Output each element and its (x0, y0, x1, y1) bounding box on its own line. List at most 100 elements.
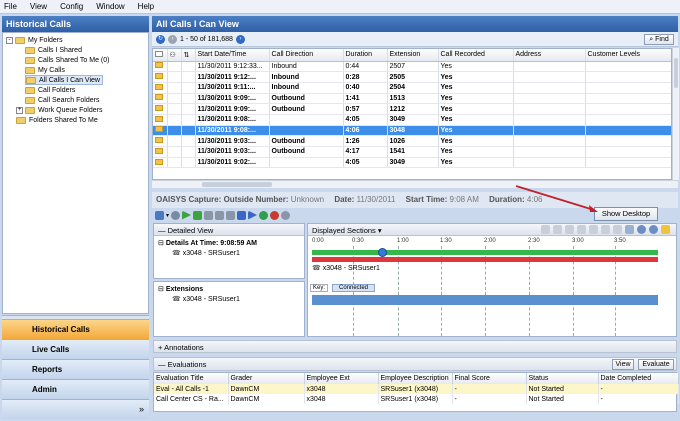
tool-icon[interactable] (589, 225, 598, 234)
skip-icon[interactable] (248, 210, 258, 220)
record-stop-icon[interactable] (270, 210, 280, 220)
tree-call-folders[interactable]: Call Folders (25, 85, 75, 95)
highlight-icon[interactable] (661, 225, 670, 234)
table-row[interactable]: 11/30/2011 9:08:... 4:06 3048 Yes (153, 125, 671, 137)
play-from-start-icon[interactable] (193, 210, 203, 220)
nav-admin[interactable]: Admin (2, 379, 149, 399)
prev-page-icon[interactable]: ‹ (168, 34, 177, 44)
tree-all-calls-i-can-view[interactable]: All Calls I Can View (25, 75, 103, 85)
refresh-icon[interactable]: ↻ (156, 34, 165, 44)
tree-my-calls[interactable]: My Calls (25, 65, 65, 75)
play-icon[interactable] (182, 210, 192, 220)
cell-duration: 0:40 (343, 82, 388, 94)
tree-my-folders[interactable]: - My Folders (6, 35, 63, 45)
nav-reports[interactable]: Reports (2, 359, 149, 379)
collapse-chevron-icon[interactable]: » (139, 404, 144, 414)
cell-extension: 3049 (387, 114, 439, 126)
displayed-sections-header[interactable]: Displayed Sections ▾ (308, 224, 676, 236)
menu-config[interactable]: Config (60, 2, 83, 11)
playhead-marker[interactable] (378, 248, 387, 257)
next-page-icon[interactable]: › (235, 34, 245, 44)
envelope-col-icon[interactable] (153, 49, 168, 62)
view-menu-icon[interactable] (155, 210, 164, 220)
find-button[interactable]: ⌕ Find (644, 34, 674, 45)
col-call-direction[interactable]: Call Direction (269, 49, 344, 62)
menu-window[interactable]: Window (96, 2, 124, 11)
minus-icon: — (158, 360, 168, 369)
tool-icon[interactable] (541, 225, 550, 234)
connected-bar[interactable] (312, 295, 658, 305)
blank-cell (167, 71, 182, 83)
col-evaluation-title[interactable]: Evaluation Title (154, 373, 229, 384)
col-grader[interactable]: Grader (228, 373, 305, 384)
nav-historical-calls[interactable]: Historical Calls (2, 319, 149, 339)
col-customer-levels[interactable]: Customer Levels (585, 49, 671, 62)
menu-file[interactable]: File (4, 2, 17, 11)
collapse-icon[interactable]: - (6, 36, 13, 44)
pause-icon[interactable] (215, 210, 225, 220)
tree-folders-shared-to-me[interactable]: Folders Shared To Me (16, 115, 98, 125)
bookmark-icon[interactable] (625, 225, 634, 234)
group-col-icon[interactable]: ⚇ (167, 49, 182, 62)
nav-live-calls[interactable]: Live Calls (2, 339, 149, 359)
table-row[interactable]: 11/30/2011 9:03:... Outbound 1:26 1026 Yes (153, 135, 671, 147)
fast-forward-icon[interactable] (237, 210, 247, 220)
col-employee-ext[interactable]: Employee Ext (304, 373, 379, 384)
menu-view[interactable]: View (30, 2, 47, 11)
col-employee-description[interactable]: Employee Description (378, 373, 453, 384)
evaluations-header[interactable]: — Evaluations View Evaluate (153, 357, 677, 371)
volume-icon[interactable] (259, 210, 269, 220)
evaluate-button[interactable]: Evaluate (638, 359, 674, 370)
col-final-score[interactable]: Final Score (452, 373, 527, 384)
collapse-toggle-icon[interactable]: ⊟ (158, 286, 164, 293)
audio-red-bar[interactable] (312, 257, 658, 262)
col-start-date[interactable]: Start Date/Time (195, 49, 270, 62)
col-status[interactable]: Status (526, 373, 599, 384)
show-desktop-button[interactable]: Show Desktop (594, 207, 658, 221)
cell-extension: 3048 (387, 125, 439, 137)
grid-vertical-scrollbar[interactable] (672, 48, 679, 180)
zoom-in-icon[interactable] (637, 225, 646, 234)
menu-help[interactable]: Help (138, 2, 154, 11)
tree-work-queue-folders[interactable]: + Work Queue Folders (16, 105, 102, 115)
eval-cell: DawnCM (228, 394, 305, 404)
blank-cell (167, 93, 182, 105)
settings-icon[interactable] (171, 210, 181, 220)
table-row[interactable]: 11/30/2011 9:02:... 4:05 3049 Yes (153, 157, 671, 169)
table-row[interactable]: 11/30/2011 9:09:... Outbound 1:41 1513 Yes (153, 93, 671, 105)
tree-call-search-folders[interactable]: Call Search Folders (25, 95, 99, 105)
expand-icon[interactable]: + (16, 106, 23, 114)
detailed-view-header[interactable]: — Detailed View (154, 224, 304, 236)
speed-icon[interactable] (281, 210, 291, 220)
col-duration[interactable]: Duration (343, 49, 388, 62)
table-row[interactable]: 11/30/2011 9:08:... 4:05 3049 Yes (153, 114, 671, 126)
eval-row[interactable]: Call Center CS - Ra... DawnCM x3048 SRSu… (154, 394, 679, 404)
annotations-header[interactable]: + Annotations (153, 340, 677, 353)
stop-icon[interactable] (204, 210, 214, 220)
table-row[interactable]: 11/30/2011 9:11:... Inbound 0:40 2504 Yes (153, 82, 671, 94)
tick-label: 0:30 (352, 238, 364, 244)
tool-icon[interactable] (613, 225, 622, 234)
envelope-icon (153, 157, 168, 169)
table-row[interactable]: 11/30/2011 9:12:33... Inbound 0:44 2507 Yes (153, 61, 671, 73)
col-extension[interactable]: Extension (387, 49, 439, 62)
tool-icon[interactable] (601, 225, 610, 234)
audio-green-bar[interactable] (312, 250, 658, 255)
table-row[interactable]: 11/30/2011 9:03:... Outbound 4:17 1541 Yes (153, 146, 671, 158)
tree-calls-shared-to-me[interactable]: Calls Shared To Me (0) (25, 55, 109, 65)
collapse-toggle-icon[interactable]: ⊟ (158, 240, 164, 247)
table-row[interactable]: 11/30/2011 9:12:... Inbound 0:28 2505 Yes (153, 71, 671, 83)
tree-calls-i-shared[interactable]: Calls I Shared (25, 45, 82, 55)
rewind-icon[interactable] (226, 210, 236, 220)
eval-row[interactable]: Eval - All Calls -1 DawnCM x3048 SRSuser… (154, 384, 679, 394)
col-date-completed[interactable]: Date Completed (598, 373, 679, 384)
table-row[interactable]: 11/30/2011 9:09:... Outbound 0:57 1212 Yes (153, 103, 671, 115)
tool-icon[interactable] (553, 225, 562, 234)
col-call-recorded[interactable]: Call Recorded (438, 49, 514, 62)
view-button[interactable]: View (612, 359, 634, 370)
zoom-out-icon[interactable] (649, 225, 658, 234)
col-address[interactable]: Address (513, 49, 586, 62)
tool-icon[interactable] (577, 225, 586, 234)
tool-icon[interactable] (565, 225, 574, 234)
filter-col-icon[interactable]: ⇅ (181, 49, 196, 62)
